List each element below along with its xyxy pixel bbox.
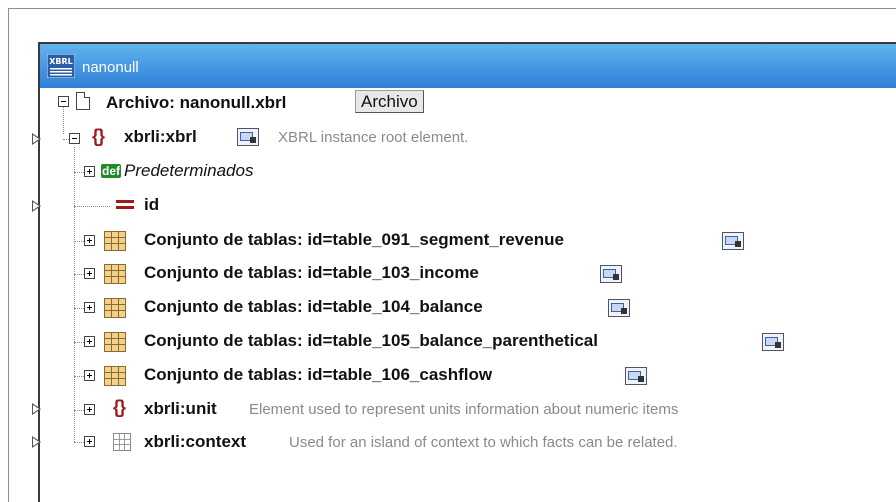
- element-braces-icon: {}: [113, 397, 126, 417]
- output-connector[interactable]: [32, 403, 41, 415]
- expand-toggle[interactable]: [84, 235, 95, 246]
- expand-toggle[interactable]: [84, 404, 95, 415]
- table-set-label: Conjunto de tablas: id=table_105_balance…: [144, 331, 598, 350]
- file-button[interactable]: Archivo: [355, 90, 424, 113]
- properties-button[interactable]: [762, 333, 784, 351]
- tree-line: [74, 206, 110, 207]
- table-icon: [104, 264, 126, 284]
- xbrl-element-description: XBRL instance root element.: [278, 129, 469, 146]
- table-icon: [104, 366, 126, 386]
- expand-toggle[interactable]: [84, 302, 95, 313]
- expand-toggle[interactable]: [84, 166, 95, 177]
- tree-line: [63, 107, 64, 134]
- unit-element-description: Element used to represent units informat…: [249, 401, 679, 418]
- output-connector[interactable]: [32, 436, 41, 448]
- id-attribute-label: id: [144, 195, 160, 214]
- table-icon: [104, 332, 126, 352]
- tree-line: [74, 274, 84, 275]
- table-icon: [104, 231, 126, 251]
- tree-line: [74, 308, 84, 309]
- attribute-icon: [116, 200, 134, 210]
- xbrl-element-label: xbrli:xbrl: [124, 127, 197, 146]
- xbrl-icon: XBRL: [47, 54, 75, 78]
- root-file-label: Archivo: nanonull.xbrl: [106, 93, 287, 112]
- output-connector[interactable]: [32, 200, 41, 212]
- element-braces-icon: {}: [92, 126, 105, 146]
- def-badge-icon: def: [101, 164, 121, 178]
- grid-icon: [113, 433, 131, 451]
- expand-toggle[interactable]: [84, 436, 95, 447]
- properties-button[interactable]: [608, 299, 630, 317]
- context-element-label: xbrli:context: [144, 432, 247, 451]
- table-icon: [104, 298, 126, 318]
- defaults-label: Predeterminados: [124, 161, 254, 180]
- tree-line: [74, 147, 75, 442]
- tree-line: [74, 376, 84, 377]
- expand-toggle[interactable]: [84, 336, 95, 347]
- tree-line: [74, 172, 84, 173]
- context-element-description: Used for an island of context to which f…: [289, 434, 678, 451]
- file-icon: [76, 92, 90, 110]
- tree-line: [74, 241, 84, 242]
- table-set-label: Conjunto de tablas: id=table_103_income: [144, 263, 479, 282]
- tree-line: [74, 442, 84, 443]
- unit-element-label: xbrli:unit: [144, 399, 217, 418]
- component-titlebar[interactable]: XBRL nanonull: [40, 44, 896, 88]
- collapse-toggle[interactable]: [58, 96, 69, 107]
- component-title: nanonull: [82, 59, 139, 76]
- output-connector[interactable]: [32, 133, 41, 145]
- collapse-toggle[interactable]: [69, 133, 80, 144]
- table-set-label: Conjunto de tablas: id=table_104_balance: [144, 297, 483, 316]
- table-set-label: Conjunto de tablas: id=table_106_cashflo…: [144, 365, 493, 384]
- svg-text:XBRL: XBRL: [49, 57, 73, 66]
- expand-toggle[interactable]: [84, 370, 95, 381]
- properties-button[interactable]: [237, 128, 259, 146]
- properties-button[interactable]: [625, 367, 647, 385]
- tree-line: [74, 410, 84, 411]
- tree-line: [74, 342, 84, 343]
- properties-button[interactable]: [600, 265, 622, 283]
- expand-toggle[interactable]: [84, 268, 95, 279]
- properties-button[interactable]: [722, 232, 744, 250]
- table-set-label: Conjunto de tablas: id=table_091_segment…: [144, 230, 564, 249]
